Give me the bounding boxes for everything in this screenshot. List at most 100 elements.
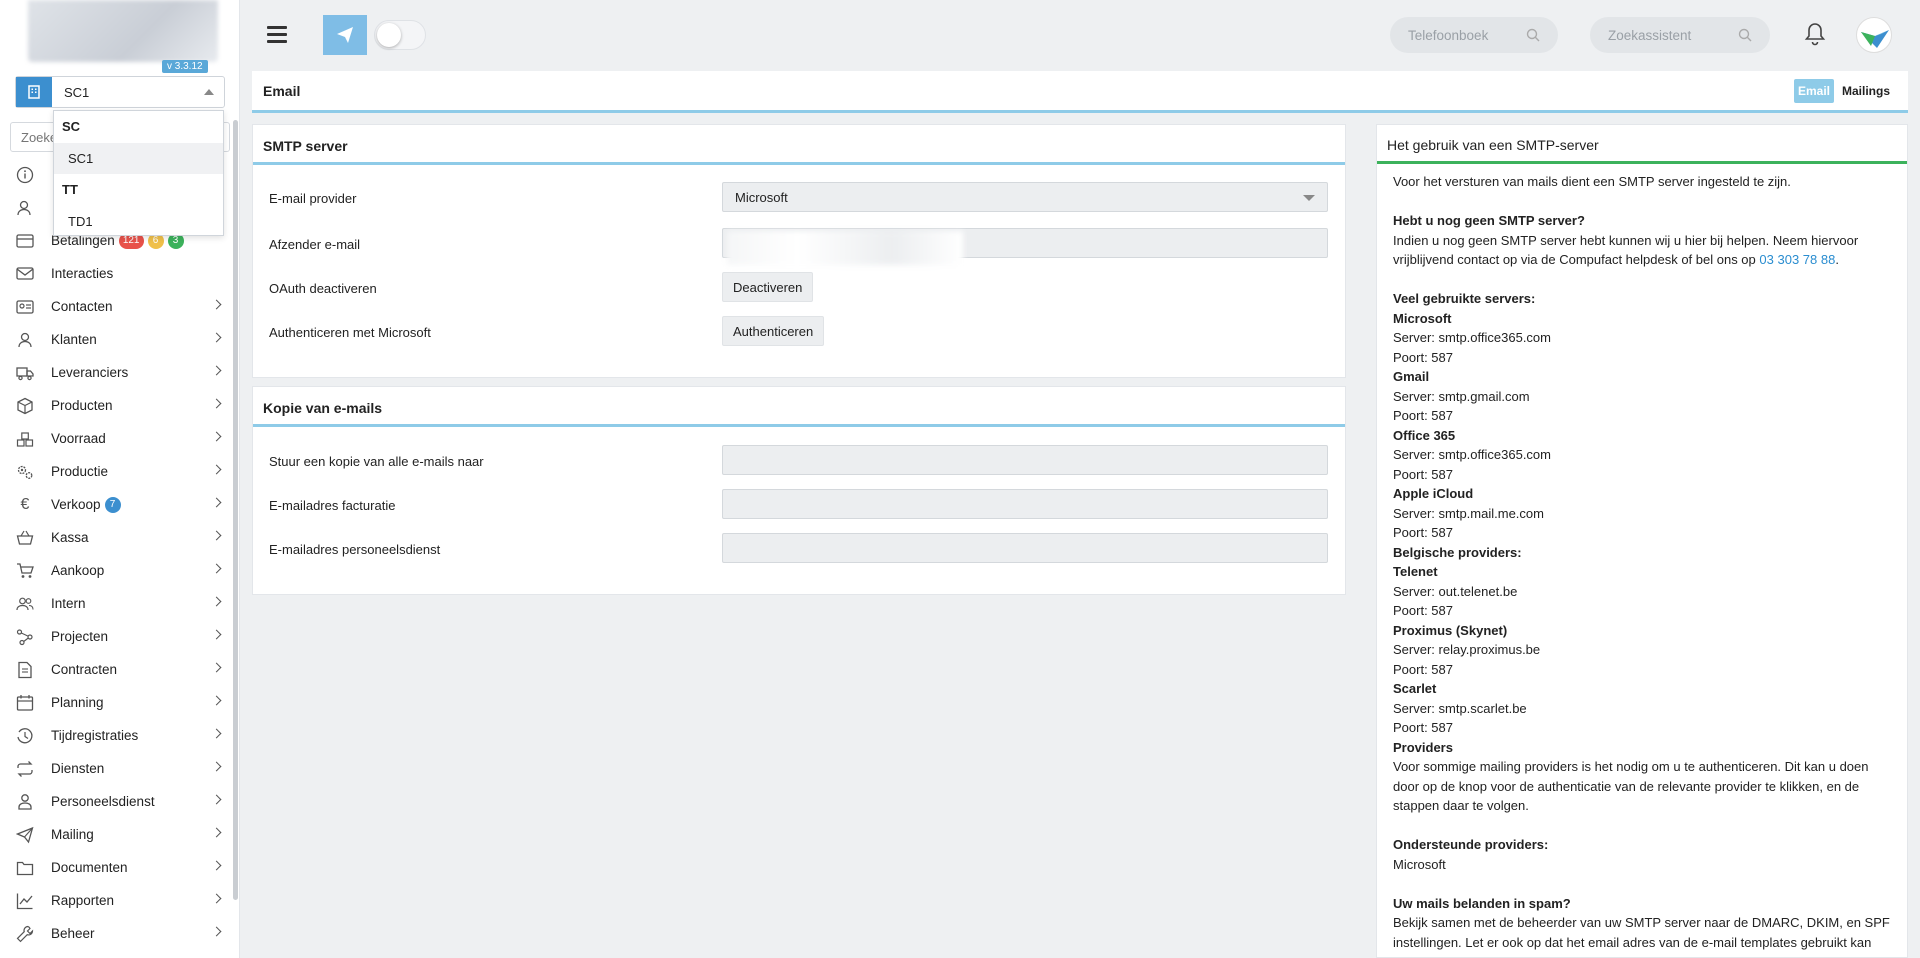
blurred-email [727, 231, 963, 265]
auth-label: Authenticeren met Microsoft [269, 325, 431, 340]
sidebar-item-mailing[interactable]: Mailing [0, 818, 230, 851]
sidebar-item-verkoop[interactable]: € Verkoop 7 [0, 488, 230, 521]
billing-label: E-mailadres facturatie [269, 498, 396, 513]
server-host: Server: smtp.mail.me.com [1393, 505, 1544, 521]
chevron-up-icon [204, 89, 214, 95]
bell-icon[interactable] [1804, 22, 1826, 49]
sender-label: Afzender e-mail [269, 237, 361, 252]
sidebar-item-klanten[interactable]: Klanten [0, 323, 230, 356]
send-button[interactable] [323, 15, 367, 55]
sidebar-item-label: Diensten [51, 761, 105, 776]
phonebook-search[interactable]: Telefoonboek [1390, 17, 1558, 53]
server-port: Poort: 587 [1393, 349, 1453, 365]
tab-mailings[interactable]: Mailings [1838, 79, 1894, 103]
sidebar-item-documenten[interactable]: Documenten [0, 851, 230, 884]
folder-icon [15, 858, 35, 878]
server-host: Server: out.telenet.be [1393, 583, 1518, 599]
assistant-placeholder: Zoekassistent [1608, 27, 1692, 43]
server-port: Poort: 587 [1393, 466, 1453, 482]
sidebar-item-leveranciers[interactable]: Leveranciers [0, 356, 230, 389]
chevron-right-icon [211, 365, 222, 376]
copy-all-field[interactable] [722, 445, 1328, 475]
page-header: Email Email Mailings [252, 71, 1908, 113]
sidebar-item-voorraad[interactable]: Voorraad [0, 422, 230, 455]
hamburger-menu-icon[interactable] [267, 26, 287, 44]
sidebar-item-aankoop[interactable]: Aankoop [0, 554, 230, 587]
avatar[interactable] [1856, 17, 1892, 53]
page-title: Email [263, 83, 301, 99]
sidebar-item-label: Contacten [51, 299, 113, 314]
help-heading: Belgische providers: [1393, 544, 1522, 560]
header-tabs: Email Mailings [1793, 79, 1894, 103]
sidebar-item-contacten[interactable]: Contacten [0, 290, 230, 323]
chevron-right-icon [211, 629, 222, 640]
sidebar-scrollbar[interactable] [233, 120, 238, 900]
sidebar-item-label: Aankoop [51, 563, 105, 578]
sidebar-item-personeelsdienst[interactable]: Personeelsdienst [0, 785, 230, 818]
cart-icon [15, 561, 35, 581]
stock-icon [15, 429, 35, 449]
mode-toggle[interactable] [374, 20, 426, 50]
server-name: Proximus (Skynet) [1393, 622, 1508, 638]
sender-email-field[interactable] [722, 228, 1328, 265]
help-heading: Ondersteunde providers: [1393, 837, 1549, 852]
chevron-right-icon [211, 695, 222, 706]
supported-provider: Microsoft [1393, 856, 1446, 872]
sidebar-item-kassa[interactable]: Kassa [0, 521, 230, 554]
chevron-right-icon [211, 596, 222, 607]
contract-icon [15, 660, 35, 680]
users-icon [15, 594, 35, 614]
authenticate-button[interactable]: Authenticeren [722, 316, 825, 346]
info-icon [15, 165, 35, 185]
sidebar-item-tijdregistraties[interactable]: Tijdregistraties [0, 719, 230, 752]
help-heading: Providers [1393, 739, 1453, 755]
sidebar-item-diensten[interactable]: Diensten [0, 752, 230, 785]
sidebar-item-label: Personeelsdienst [51, 794, 155, 809]
sidebar-item-rapporten[interactable]: Rapporten [0, 884, 230, 917]
sidebar-item-beheer[interactable]: Beheer [0, 917, 230, 950]
sidebar-item-planning[interactable]: Planning [0, 686, 230, 719]
help-heading: Uw mails belanden in spam? [1393, 895, 1571, 911]
sidebar-item-label: Mailing [51, 827, 94, 842]
sidebar-item-productie[interactable]: Productie [0, 455, 230, 488]
repeat-icon [15, 759, 35, 779]
sidebar-item-producten[interactable]: Producten [0, 389, 230, 422]
billing-email-field[interactable] [722, 489, 1328, 519]
sidebar-item-label: Intern [51, 596, 86, 611]
provider-select[interactable]: Microsoft [722, 182, 1328, 212]
deactivate-button[interactable]: Deactiveren [722, 272, 814, 302]
sidebar-item-contracten[interactable]: Contracten [0, 653, 230, 686]
server-name: Gmail [1393, 369, 1430, 384]
company-selector[interactable]: SC1 [15, 76, 225, 108]
sidebar-item-label: Kassa [51, 530, 89, 545]
paper-plane-icon [15, 825, 35, 845]
calendar-icon [15, 693, 35, 713]
sidebar-item-label: Projecten [51, 629, 109, 644]
sidebar-item-label: Leveranciers [51, 365, 129, 380]
sidebar-item-intern[interactable]: Intern [0, 587, 230, 620]
sidebar-item-label: Planning [51, 695, 104, 710]
tab-email[interactable]: Email [1793, 79, 1834, 103]
dropdown-option[interactable]: TD1 [54, 206, 223, 237]
company-logo[interactable] [28, 0, 218, 62]
sidebar-item-projecten[interactable]: Projecten [0, 620, 230, 653]
paper-plane-icon [337, 27, 353, 43]
help-heading: Veel gebruikte servers: [1393, 291, 1536, 306]
search-icon [1526, 28, 1540, 42]
help-text: Voor sommige mailing providers is het no… [1393, 759, 1869, 813]
sidebar-item-label: Verkoop [51, 497, 101, 512]
help-text: Bekijk samen met de beheerder van uw SMT… [1393, 915, 1890, 950]
hr-email-field[interactable] [722, 533, 1328, 563]
dropdown-option[interactable]: SC1 [54, 143, 223, 174]
chevron-right-icon [211, 761, 222, 772]
customer-icon [15, 330, 35, 350]
dropdown-group-label: TT [62, 182, 78, 197]
sidebar-item-label: Tijdregistraties [51, 728, 139, 743]
assistant-search[interactable]: Zoekassistent [1590, 17, 1770, 53]
sidebar-item-label: Voorraad [51, 431, 106, 446]
sidebar-item-label: Documenten [51, 860, 128, 875]
toggle-knob [377, 23, 401, 47]
sidebar-item-interacties[interactable]: Interacties [0, 257, 230, 290]
project-icon [15, 627, 35, 647]
phone-link[interactable]: 03 303 78 88 [1759, 252, 1835, 267]
